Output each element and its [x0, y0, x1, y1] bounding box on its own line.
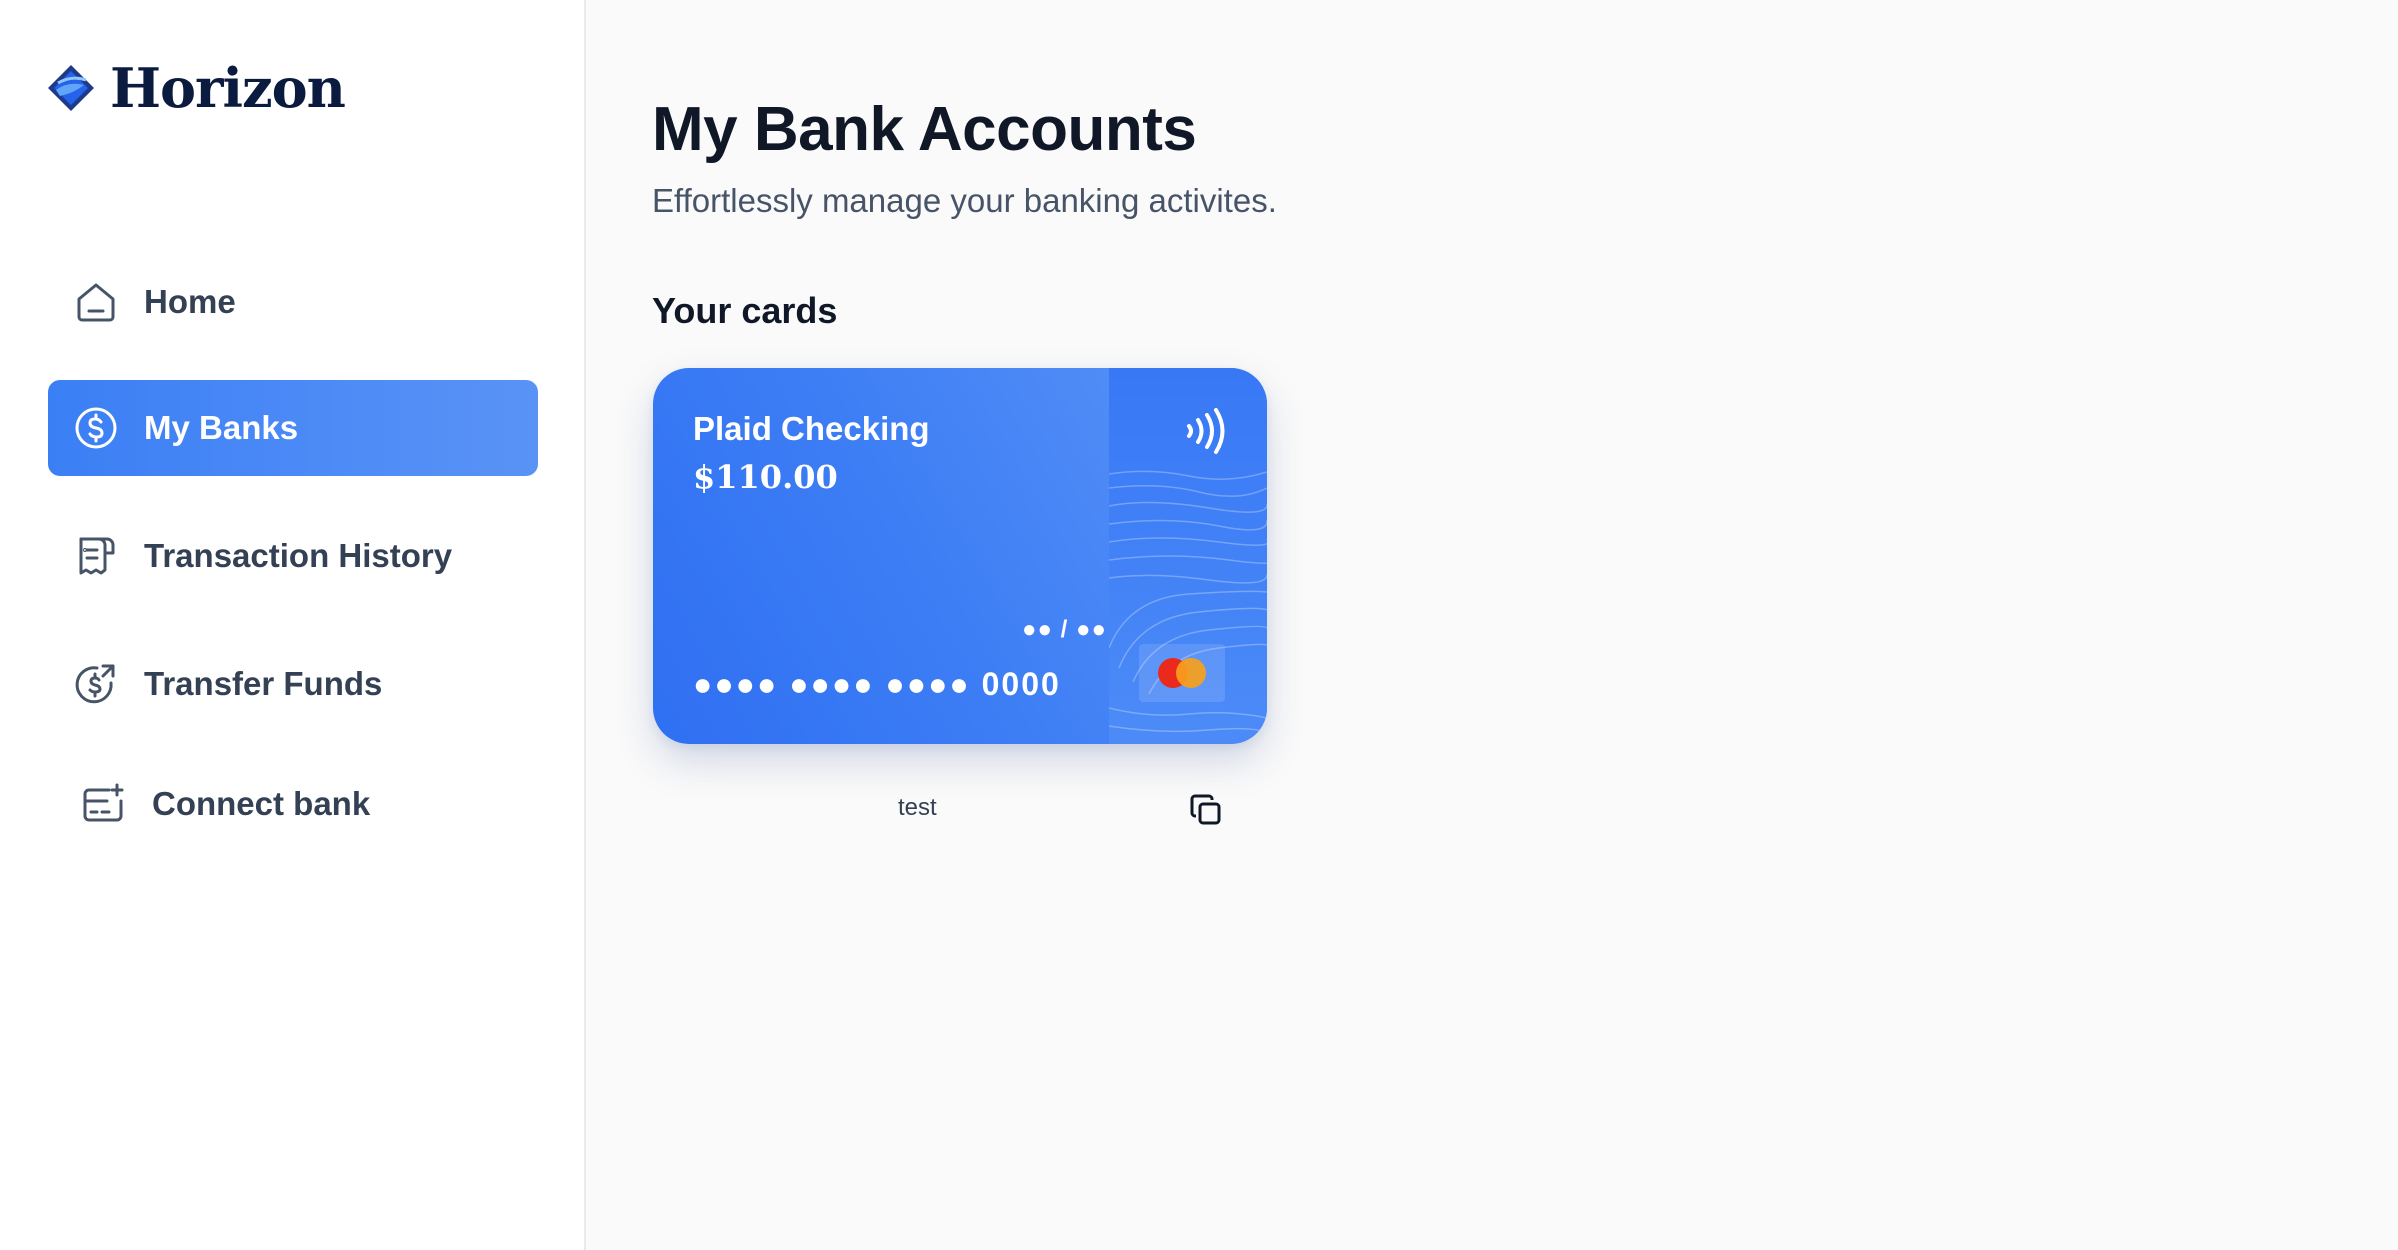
receipt-icon: [72, 532, 120, 580]
card-wave-pattern: [1109, 470, 1267, 735]
card-footer-label: test: [898, 794, 937, 821]
sidebar-item-connect-bank[interactable]: Connect bank: [48, 756, 538, 852]
sidebar-item-my-banks[interactable]: My Banks: [48, 380, 538, 476]
page-subtitle: Effortlessly manage your banking activit…: [652, 182, 1277, 219]
sidebar-item-label: Home: [144, 283, 236, 320]
card-number: ●●●● ●●●● ●●●● 0000: [693, 666, 1061, 702]
sidebar-item-label: Connect bank: [152, 785, 371, 822]
copy-button[interactable]: [1188, 792, 1224, 828]
horizon-logo-icon: [48, 65, 94, 111]
main-content: My Bank Accounts Effortlessly manage you…: [588, 0, 2398, 1250]
app-logo[interactable]: Horizon: [46, 56, 346, 120]
section-title-your-cards: Your cards: [652, 290, 838, 331]
sidebar-item-transfer-funds[interactable]: Transfer Funds: [48, 636, 538, 732]
sidebar: Horizon Home My Banks Transaction Histor…: [0, 0, 586, 1250]
sidebar-item-label: Transfer Funds: [144, 665, 383, 702]
contactless-icon: [1185, 406, 1229, 456]
page-title: My Bank Accounts: [652, 95, 1197, 164]
card-account-name: Plaid Checking: [693, 410, 930, 447]
card-balance: $110.00: [693, 458, 838, 496]
sidebar-item-home[interactable]: Home: [48, 254, 538, 350]
sidebar-item-label: Transaction History: [144, 537, 453, 574]
app-name: Horizon: [110, 56, 346, 120]
sidebar-item-transaction-history[interactable]: Transaction History: [48, 508, 538, 604]
sidebar-item-label: My Banks: [144, 409, 299, 446]
card-expiry: ●● / ●●: [1022, 616, 1107, 643]
mastercard-logo: [1139, 644, 1225, 702]
card-add-icon: [80, 780, 128, 828]
bank-card[interactable]: Plaid Checking $110.00 ●● / ●● ●●●● ●●●●…: [653, 368, 1267, 744]
copy-icon: [1190, 794, 1221, 825]
money-send-icon: [72, 660, 120, 708]
home-icon: [72, 278, 120, 326]
dollar-circle-icon: [72, 404, 120, 452]
